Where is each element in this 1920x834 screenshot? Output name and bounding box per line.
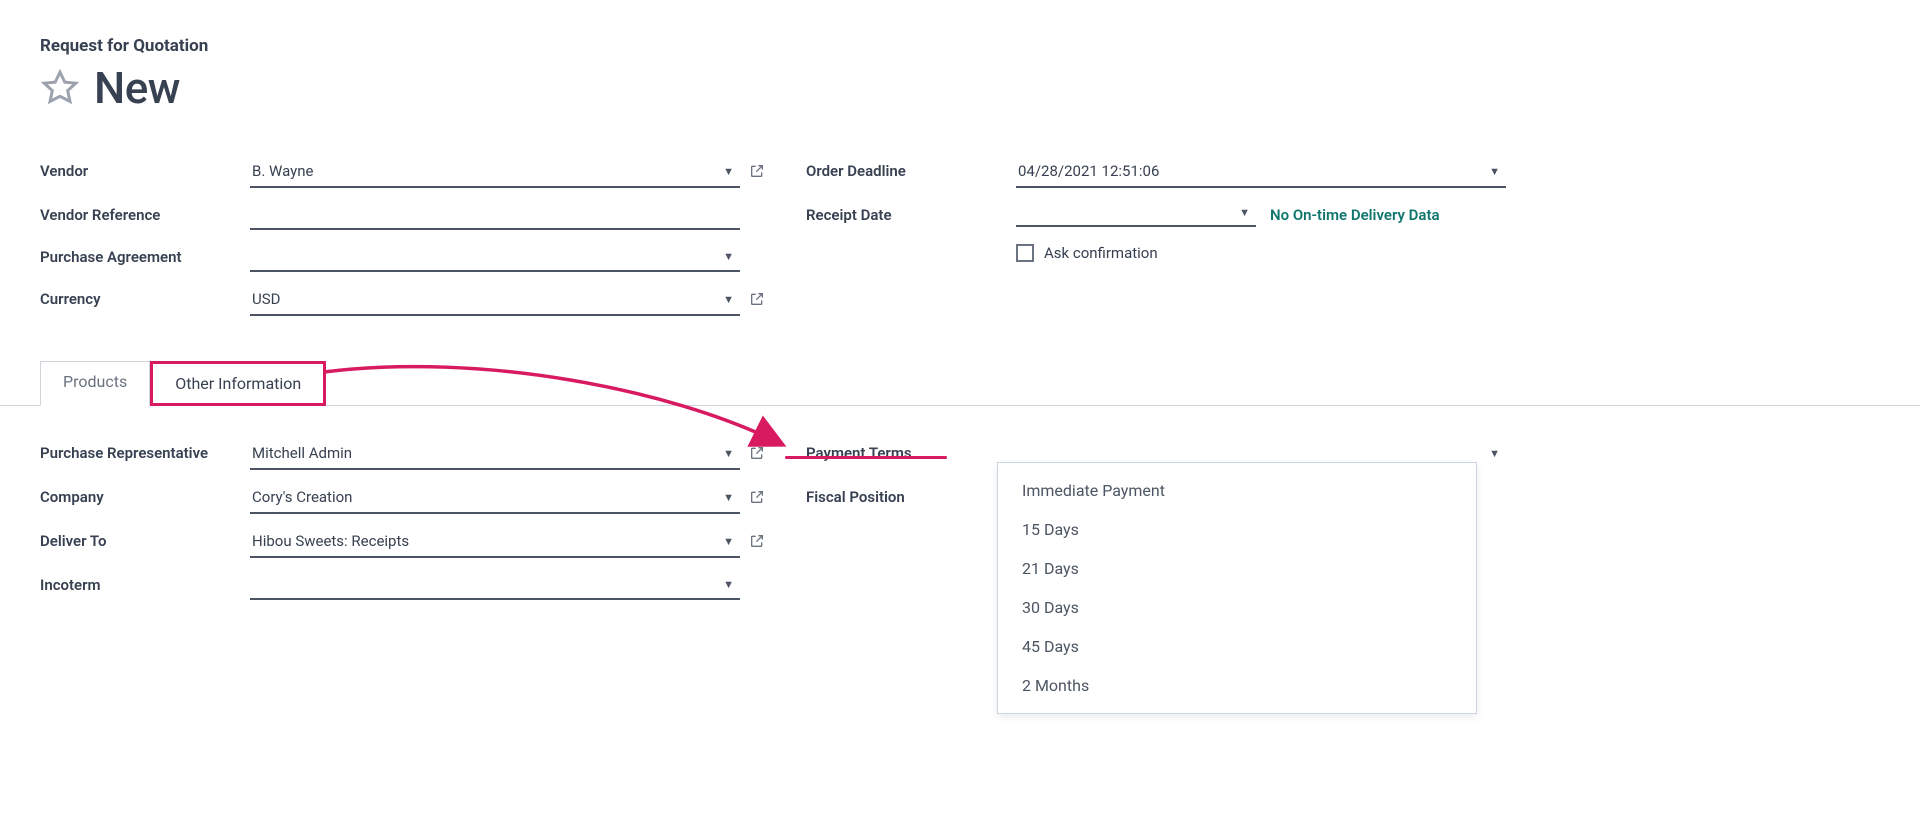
star-icon[interactable] bbox=[40, 68, 80, 108]
deliver-to-field[interactable]: Hibou Sweets: Receipts ▼ bbox=[250, 528, 740, 558]
caret-down-icon: ▼ bbox=[1485, 165, 1504, 178]
company-field[interactable]: Cory's Creation ▼ bbox=[250, 484, 740, 514]
annotation-underline bbox=[785, 456, 947, 459]
dropdown-item[interactable]: 2 Months bbox=[998, 666, 1476, 705]
page-title: New bbox=[94, 62, 180, 114]
caret-down-icon: ▼ bbox=[719, 165, 738, 178]
purchase-agreement-label: Purchase Agreement bbox=[40, 244, 250, 266]
company-label: Company bbox=[40, 484, 250, 506]
caret-down-icon: ▼ bbox=[719, 447, 738, 460]
purchase-agreement-field[interactable]: ▼ bbox=[250, 244, 740, 272]
vendor-value: B. Wayne bbox=[252, 162, 719, 180]
ask-confirmation-label: Ask confirmation bbox=[1044, 244, 1158, 262]
ask-confirmation-checkbox[interactable] bbox=[1016, 244, 1034, 262]
dropdown-item[interactable]: Immediate Payment bbox=[998, 471, 1476, 510]
vendor-label: Vendor bbox=[40, 158, 250, 180]
tabs: Products Other Information bbox=[40, 360, 1880, 406]
order-deadline-label: Order Deadline bbox=[806, 158, 1016, 180]
receipt-date-label: Receipt Date bbox=[806, 202, 1016, 224]
dropdown-item[interactable]: 45 Days bbox=[998, 627, 1476, 666]
external-link-icon[interactable] bbox=[748, 532, 766, 550]
caret-down-icon: ▼ bbox=[719, 293, 738, 306]
company-value: Cory's Creation bbox=[252, 488, 719, 506]
dropdown-item[interactable]: 30 Days bbox=[998, 588, 1476, 627]
currency-field[interactable]: USD ▼ bbox=[250, 286, 740, 316]
order-deadline-field[interactable]: 04/28/2021 12:51:06 ▼ bbox=[1016, 158, 1506, 188]
external-link-icon[interactable] bbox=[748, 488, 766, 506]
fiscal-position-label: Fiscal Position bbox=[806, 484, 1016, 506]
caret-down-icon: ▼ bbox=[719, 535, 738, 548]
dropdown-item[interactable]: 21 Days bbox=[998, 549, 1476, 588]
tab-other-information[interactable]: Other Information bbox=[150, 361, 326, 406]
incoterm-label: Incoterm bbox=[40, 572, 250, 594]
purchase-rep-label: Purchase Representative bbox=[40, 440, 250, 462]
order-deadline-value: 04/28/2021 12:51:06 bbox=[1018, 162, 1485, 180]
external-link-icon[interactable] bbox=[748, 162, 766, 180]
vendor-field[interactable]: B. Wayne ▼ bbox=[250, 158, 740, 188]
purchase-rep-field[interactable]: Mitchell Admin ▼ bbox=[250, 440, 740, 470]
incoterm-field[interactable]: ▼ bbox=[250, 572, 740, 600]
external-link-icon[interactable] bbox=[748, 444, 766, 462]
caret-down-icon: ▼ bbox=[1235, 206, 1254, 219]
delivery-data-hint[interactable]: No On-time Delivery Data bbox=[1270, 206, 1440, 224]
vendor-ref-label: Vendor Reference bbox=[40, 202, 250, 224]
tab-products[interactable]: Products bbox=[40, 361, 150, 406]
breadcrumb: Request for Quotation bbox=[40, 36, 1880, 56]
caret-down-icon: ▼ bbox=[719, 250, 738, 263]
deliver-to-value: Hibou Sweets: Receipts bbox=[252, 532, 719, 550]
external-link-icon[interactable] bbox=[748, 290, 766, 308]
caret-down-icon: ▼ bbox=[719, 578, 738, 591]
purchase-rep-value: Mitchell Admin bbox=[252, 444, 719, 462]
deliver-to-label: Deliver To bbox=[40, 528, 250, 550]
caret-down-icon: ▼ bbox=[719, 491, 738, 504]
currency-value: USD bbox=[252, 290, 719, 308]
receipt-date-field[interactable]: ▼ bbox=[1016, 202, 1256, 227]
currency-label: Currency bbox=[40, 286, 250, 308]
dropdown-item[interactable]: 15 Days bbox=[998, 510, 1476, 549]
caret-down-icon: ▼ bbox=[1485, 447, 1504, 460]
vendor-ref-field[interactable] bbox=[250, 202, 740, 230]
payment-terms-dropdown: Immediate Payment 15 Days 21 Days 30 Day… bbox=[997, 462, 1477, 714]
